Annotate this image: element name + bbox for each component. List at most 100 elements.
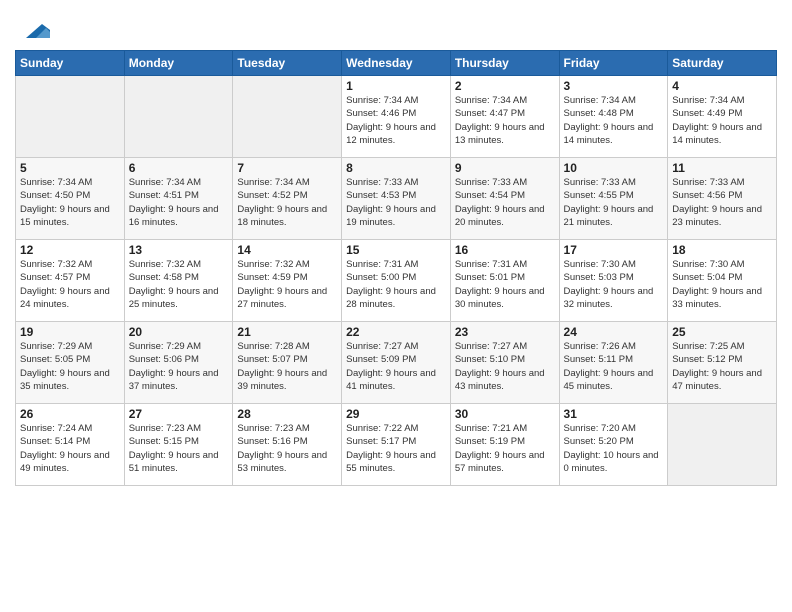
day-info: Sunrise: 7:20 AMSunset: 5:20 PMDaylight:… xyxy=(564,422,664,475)
day-number: 9 xyxy=(455,161,555,175)
day-info: Sunrise: 7:30 AMSunset: 5:03 PMDaylight:… xyxy=(564,258,664,311)
col-header-sunday: Sunday xyxy=(16,51,125,76)
calendar-cell xyxy=(124,76,233,158)
day-info: Sunrise: 7:33 AMSunset: 4:53 PMDaylight:… xyxy=(346,176,446,229)
calendar-week-5: 26Sunrise: 7:24 AMSunset: 5:14 PMDayligh… xyxy=(16,404,777,486)
day-info: Sunrise: 7:29 AMSunset: 5:06 PMDaylight:… xyxy=(129,340,229,393)
day-info: Sunrise: 7:24 AMSunset: 5:14 PMDaylight:… xyxy=(20,422,120,475)
day-info: Sunrise: 7:27 AMSunset: 5:10 PMDaylight:… xyxy=(455,340,555,393)
day-number: 1 xyxy=(346,79,446,93)
calendar-cell: 21Sunrise: 7:28 AMSunset: 5:07 PMDayligh… xyxy=(233,322,342,404)
day-number: 23 xyxy=(455,325,555,339)
calendar-cell: 8Sunrise: 7:33 AMSunset: 4:53 PMDaylight… xyxy=(342,158,451,240)
calendar-cell xyxy=(233,76,342,158)
day-info: Sunrise: 7:28 AMSunset: 5:07 PMDaylight:… xyxy=(237,340,337,393)
col-header-saturday: Saturday xyxy=(668,51,777,76)
day-number: 22 xyxy=(346,325,446,339)
day-info: Sunrise: 7:32 AMSunset: 4:57 PMDaylight:… xyxy=(20,258,120,311)
day-number: 7 xyxy=(237,161,337,175)
calendar-cell: 25Sunrise: 7:25 AMSunset: 5:12 PMDayligh… xyxy=(668,322,777,404)
day-number: 19 xyxy=(20,325,120,339)
header xyxy=(15,10,777,42)
day-info: Sunrise: 7:25 AMSunset: 5:12 PMDaylight:… xyxy=(672,340,772,393)
calendar-cell: 16Sunrise: 7:31 AMSunset: 5:01 PMDayligh… xyxy=(450,240,559,322)
day-number: 24 xyxy=(564,325,664,339)
calendar-cell: 5Sunrise: 7:34 AMSunset: 4:50 PMDaylight… xyxy=(16,158,125,240)
day-info: Sunrise: 7:32 AMSunset: 4:59 PMDaylight:… xyxy=(237,258,337,311)
day-number: 8 xyxy=(346,161,446,175)
calendar-cell: 15Sunrise: 7:31 AMSunset: 5:00 PMDayligh… xyxy=(342,240,451,322)
day-number: 4 xyxy=(672,79,772,93)
day-info: Sunrise: 7:30 AMSunset: 5:04 PMDaylight:… xyxy=(672,258,772,311)
day-number: 14 xyxy=(237,243,337,257)
day-number: 2 xyxy=(455,79,555,93)
col-header-monday: Monday xyxy=(124,51,233,76)
day-info: Sunrise: 7:34 AMSunset: 4:48 PMDaylight:… xyxy=(564,94,664,147)
calendar-header-row: SundayMondayTuesdayWednesdayThursdayFrid… xyxy=(16,51,777,76)
day-info: Sunrise: 7:34 AMSunset: 4:47 PMDaylight:… xyxy=(455,94,555,147)
calendar-cell: 27Sunrise: 7:23 AMSunset: 5:15 PMDayligh… xyxy=(124,404,233,486)
logo xyxy=(15,10,50,42)
day-number: 30 xyxy=(455,407,555,421)
day-info: Sunrise: 7:27 AMSunset: 5:09 PMDaylight:… xyxy=(346,340,446,393)
calendar-cell xyxy=(668,404,777,486)
day-number: 26 xyxy=(20,407,120,421)
calendar-cell: 22Sunrise: 7:27 AMSunset: 5:09 PMDayligh… xyxy=(342,322,451,404)
day-number: 29 xyxy=(346,407,446,421)
logo-icon xyxy=(18,10,50,42)
day-info: Sunrise: 7:29 AMSunset: 5:05 PMDaylight:… xyxy=(20,340,120,393)
calendar-cell xyxy=(16,76,125,158)
day-number: 6 xyxy=(129,161,229,175)
calendar-cell: 2Sunrise: 7:34 AMSunset: 4:47 PMDaylight… xyxy=(450,76,559,158)
day-number: 15 xyxy=(346,243,446,257)
calendar-cell: 9Sunrise: 7:33 AMSunset: 4:54 PMDaylight… xyxy=(450,158,559,240)
calendar-cell: 10Sunrise: 7:33 AMSunset: 4:55 PMDayligh… xyxy=(559,158,668,240)
day-number: 17 xyxy=(564,243,664,257)
calendar-cell: 30Sunrise: 7:21 AMSunset: 5:19 PMDayligh… xyxy=(450,404,559,486)
day-number: 25 xyxy=(672,325,772,339)
calendar-cell: 28Sunrise: 7:23 AMSunset: 5:16 PMDayligh… xyxy=(233,404,342,486)
calendar-cell: 6Sunrise: 7:34 AMSunset: 4:51 PMDaylight… xyxy=(124,158,233,240)
calendar-cell: 31Sunrise: 7:20 AMSunset: 5:20 PMDayligh… xyxy=(559,404,668,486)
calendar-week-2: 5Sunrise: 7:34 AMSunset: 4:50 PMDaylight… xyxy=(16,158,777,240)
day-info: Sunrise: 7:31 AMSunset: 5:00 PMDaylight:… xyxy=(346,258,446,311)
calendar-cell: 14Sunrise: 7:32 AMSunset: 4:59 PMDayligh… xyxy=(233,240,342,322)
day-info: Sunrise: 7:32 AMSunset: 4:58 PMDaylight:… xyxy=(129,258,229,311)
day-number: 28 xyxy=(237,407,337,421)
calendar-cell: 23Sunrise: 7:27 AMSunset: 5:10 PMDayligh… xyxy=(450,322,559,404)
day-number: 31 xyxy=(564,407,664,421)
day-number: 16 xyxy=(455,243,555,257)
day-info: Sunrise: 7:33 AMSunset: 4:56 PMDaylight:… xyxy=(672,176,772,229)
day-number: 21 xyxy=(237,325,337,339)
day-number: 27 xyxy=(129,407,229,421)
day-info: Sunrise: 7:31 AMSunset: 5:01 PMDaylight:… xyxy=(455,258,555,311)
calendar-cell: 12Sunrise: 7:32 AMSunset: 4:57 PMDayligh… xyxy=(16,240,125,322)
calendar-cell: 7Sunrise: 7:34 AMSunset: 4:52 PMDaylight… xyxy=(233,158,342,240)
calendar-cell: 13Sunrise: 7:32 AMSunset: 4:58 PMDayligh… xyxy=(124,240,233,322)
day-info: Sunrise: 7:23 AMSunset: 5:16 PMDaylight:… xyxy=(237,422,337,475)
calendar-cell: 11Sunrise: 7:33 AMSunset: 4:56 PMDayligh… xyxy=(668,158,777,240)
calendar: SundayMondayTuesdayWednesdayThursdayFrid… xyxy=(15,50,777,486)
day-number: 5 xyxy=(20,161,120,175)
day-info: Sunrise: 7:34 AMSunset: 4:51 PMDaylight:… xyxy=(129,176,229,229)
calendar-week-3: 12Sunrise: 7:32 AMSunset: 4:57 PMDayligh… xyxy=(16,240,777,322)
day-number: 20 xyxy=(129,325,229,339)
day-info: Sunrise: 7:23 AMSunset: 5:15 PMDaylight:… xyxy=(129,422,229,475)
day-number: 13 xyxy=(129,243,229,257)
day-number: 18 xyxy=(672,243,772,257)
col-header-tuesday: Tuesday xyxy=(233,51,342,76)
day-info: Sunrise: 7:34 AMSunset: 4:50 PMDaylight:… xyxy=(20,176,120,229)
calendar-cell: 18Sunrise: 7:30 AMSunset: 5:04 PMDayligh… xyxy=(668,240,777,322)
calendar-cell: 19Sunrise: 7:29 AMSunset: 5:05 PMDayligh… xyxy=(16,322,125,404)
day-info: Sunrise: 7:33 AMSunset: 4:54 PMDaylight:… xyxy=(455,176,555,229)
col-header-wednesday: Wednesday xyxy=(342,51,451,76)
calendar-week-1: 1Sunrise: 7:34 AMSunset: 4:46 PMDaylight… xyxy=(16,76,777,158)
calendar-cell: 1Sunrise: 7:34 AMSunset: 4:46 PMDaylight… xyxy=(342,76,451,158)
col-header-thursday: Thursday xyxy=(450,51,559,76)
calendar-cell: 26Sunrise: 7:24 AMSunset: 5:14 PMDayligh… xyxy=(16,404,125,486)
calendar-cell: 17Sunrise: 7:30 AMSunset: 5:03 PMDayligh… xyxy=(559,240,668,322)
day-info: Sunrise: 7:21 AMSunset: 5:19 PMDaylight:… xyxy=(455,422,555,475)
day-info: Sunrise: 7:33 AMSunset: 4:55 PMDaylight:… xyxy=(564,176,664,229)
day-info: Sunrise: 7:34 AMSunset: 4:46 PMDaylight:… xyxy=(346,94,446,147)
calendar-cell: 3Sunrise: 7:34 AMSunset: 4:48 PMDaylight… xyxy=(559,76,668,158)
